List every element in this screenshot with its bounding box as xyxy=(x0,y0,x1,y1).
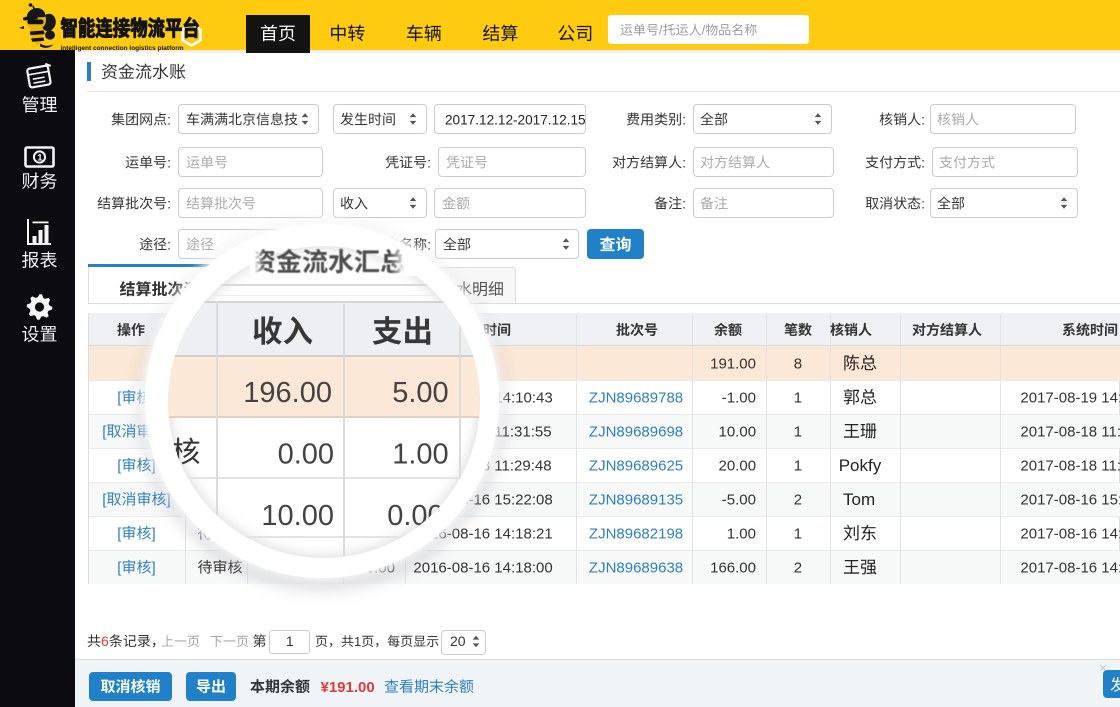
svg-text::: : xyxy=(921,195,925,211)
svg-text::: : xyxy=(921,111,925,127)
svg-text:1: 1 xyxy=(354,634,361,649)
svg-text::: : xyxy=(682,111,686,127)
svg-text::: : xyxy=(682,195,686,211)
svg-text::: : xyxy=(427,154,431,170)
svg-text::: : xyxy=(167,154,171,170)
svg-text:6: 6 xyxy=(101,633,109,649)
svg-text::: : xyxy=(921,154,925,170)
svg-text::: : xyxy=(167,195,171,211)
svg-text::: : xyxy=(167,111,171,127)
svg-text::: : xyxy=(682,154,686,170)
